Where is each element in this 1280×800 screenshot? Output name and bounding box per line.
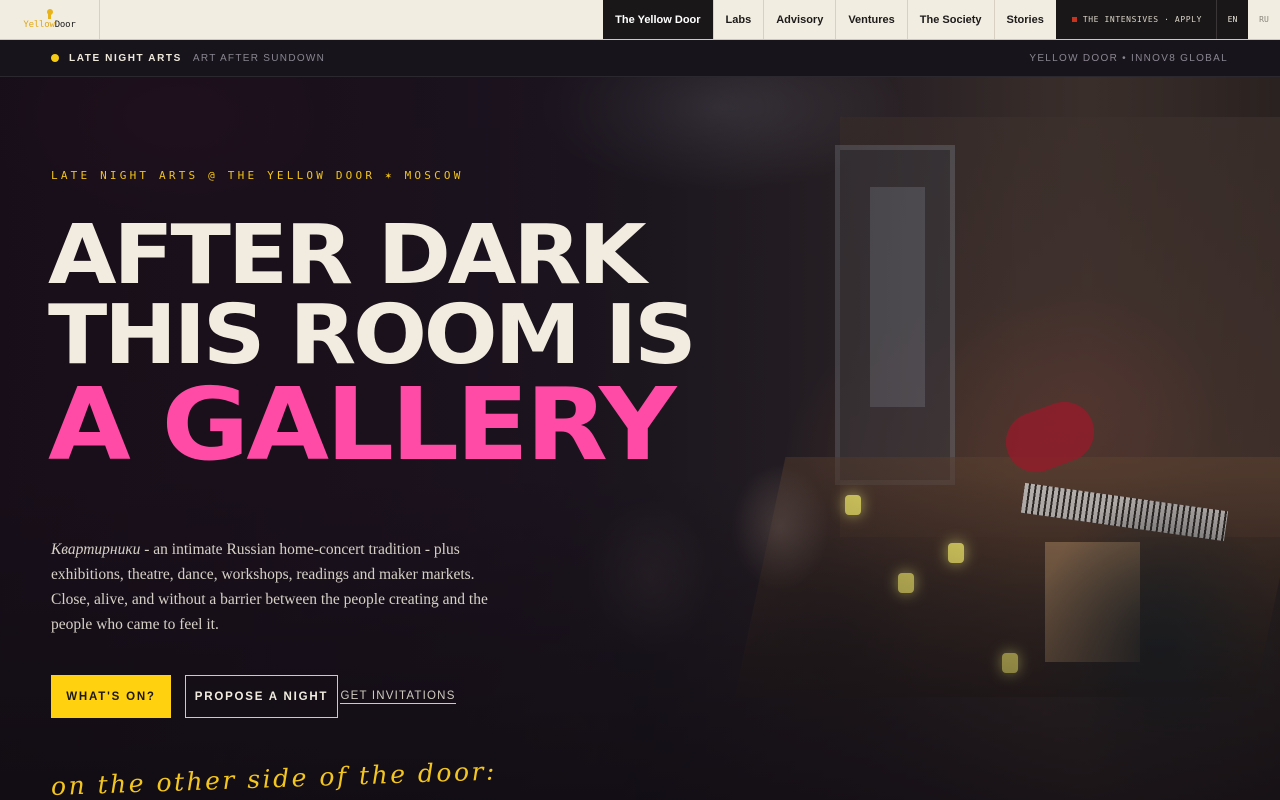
hero-eyebrow: LATE NIGHT ARTS @ THE YELLOW DOOR ✶ MOSC… (51, 169, 464, 182)
nav-item-advisory[interactable]: Advisory (763, 0, 835, 39)
desc-emphasis: Квартирники (51, 541, 141, 558)
nav-item-the-society[interactable]: The Society (906, 0, 994, 39)
nav-item-stories[interactable]: Stories (993, 0, 1056, 39)
intensives-apply-link[interactable]: THE INTENSIVES · APPLY (1055, 0, 1216, 39)
status-dot-icon (51, 54, 59, 62)
intensives-label: THE INTENSIVES · APPLY (1082, 15, 1202, 24)
lang-ru-button[interactable]: RU (1248, 0, 1280, 39)
hero-heading-line-1: AFTER DARK (48, 208, 647, 303)
section-tagline: ART AFTER SUNDOWN (192, 52, 326, 64)
nav-item-ventures[interactable]: Ventures (835, 0, 906, 39)
lang-en-button[interactable]: EN (1216, 0, 1248, 39)
get-invitations-label: GET INVITATIONS (340, 689, 456, 704)
brand-credit: YELLOW DOOR • INNOV8 GLOBAL (1029, 52, 1228, 64)
logo[interactable]: YellowDoor (0, 0, 100, 39)
hero-heading-line-2: THIS ROOM IS (48, 288, 697, 383)
section-bar: LATE NIGHT ARTS ART AFTER SUNDOWN YELLOW… (0, 40, 1280, 77)
hero-heading-line-3: A GALLERY (48, 366, 677, 483)
propose-night-button[interactable]: PROPOSE A NIGHT (185, 675, 338, 718)
logo-wordmark: YellowDoor (23, 20, 76, 30)
hero-section: LATE NIGHT ARTS @ THE YELLOW DOOR ✶ MOSC… (0, 77, 1280, 800)
nav-item-the-yellow-door[interactable]: The Yellow Door (603, 0, 713, 39)
nav-item-labs[interactable]: Labs (712, 0, 764, 39)
top-navigation: YellowDoor The Yellow Door Labs Advisory… (0, 0, 1280, 40)
whats-on-button[interactable]: WHAT'S ON? (51, 675, 171, 718)
section-title: LATE NIGHT ARTS (69, 52, 182, 64)
keyhole-icon (46, 9, 54, 19)
nav-items: The Yellow Door Labs Advisory Ventures T… (603, 0, 1056, 39)
hero-description: Квартирники - an intimate Russian home-c… (51, 537, 491, 637)
red-square-icon (1071, 17, 1077, 22)
get-invitations-link[interactable]: GET INVITATIONS (340, 675, 456, 718)
